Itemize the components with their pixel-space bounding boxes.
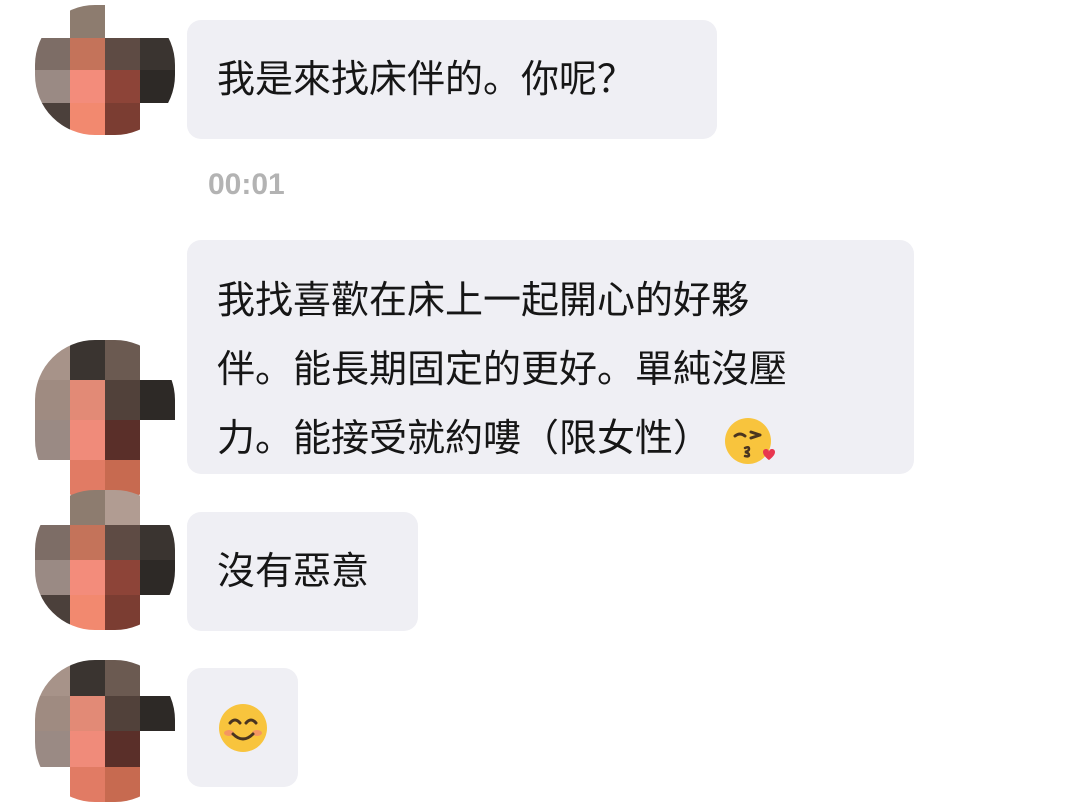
message-bubble[interactable]: 我是來找床伴的。你呢？ — [187, 20, 717, 139]
message-text: 力。能接受就約嘍（限女性） — [217, 416, 712, 460]
avatar[interactable] — [35, 660, 175, 802]
message-text: 我是來找床伴的。你呢？ — [217, 57, 636, 101]
avatar[interactable] — [35, 5, 175, 135]
avatar[interactable] — [35, 490, 175, 630]
message-text: 伴。能長期固定的更好。單純沒壓 — [217, 347, 788, 391]
avatar[interactable] — [35, 340, 175, 500]
message-text: 沒有惡意 — [217, 549, 370, 593]
message-bubble[interactable]: 沒有惡意 — [187, 512, 418, 631]
smiling-face-icon — [218, 703, 267, 752]
message-text: 我找喜歡在床上一起開心的好夥 — [217, 278, 750, 322]
message-bubble[interactable]: 我找喜歡在床上一起開心的好夥 伴。能長期固定的更好。單純沒壓 力。能接受就約嘍（… — [187, 240, 914, 474]
timestamp: 00:01 — [208, 168, 285, 201]
chat-thread: 我是來找床伴的。你呢？ 00:01 我找喜歡在床上一起開心的好夥 伴。能長期固定… — [0, 0, 1080, 802]
message-bubble[interactable] — [187, 668, 298, 787]
face-blowing-kiss-icon — [725, 417, 776, 464]
